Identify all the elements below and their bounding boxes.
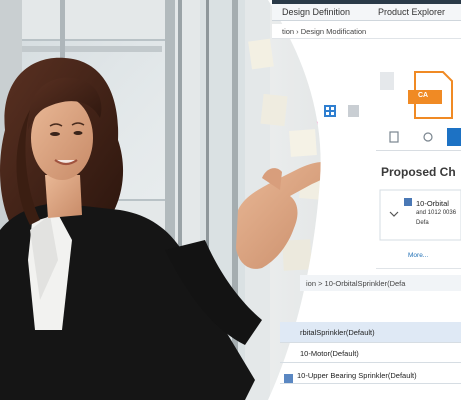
item-subtitle-2: Defa (416, 220, 429, 226)
table-row[interactable]: 10-Upper Bearing Sprinkler(Default) (297, 371, 417, 380)
table-row[interactable]: rbitalSprinkler(Default) (300, 328, 375, 337)
item-title[interactable]: 10-Orbital (416, 199, 449, 208)
section-title: Proposed Ch (381, 165, 456, 179)
tab-design-definition[interactable]: Design Definition (282, 7, 350, 17)
document-badge: CA (418, 92, 429, 99)
photo-composite: Design Definition Product Explorer tion … (0, 0, 461, 400)
office-scene (0, 0, 461, 400)
more-link[interactable]: More... (408, 252, 428, 259)
table-row[interactable]: 10-Motor(Default) (300, 349, 359, 358)
breadcrumb: tion › Design Modification (282, 27, 367, 36)
footer-path: ion > 10-OrbitalSprinkler(Defa (306, 279, 406, 288)
tab-product-explorer[interactable]: Product Explorer (378, 7, 445, 17)
item-subtitle: and 1012 0036 (416, 210, 457, 216)
